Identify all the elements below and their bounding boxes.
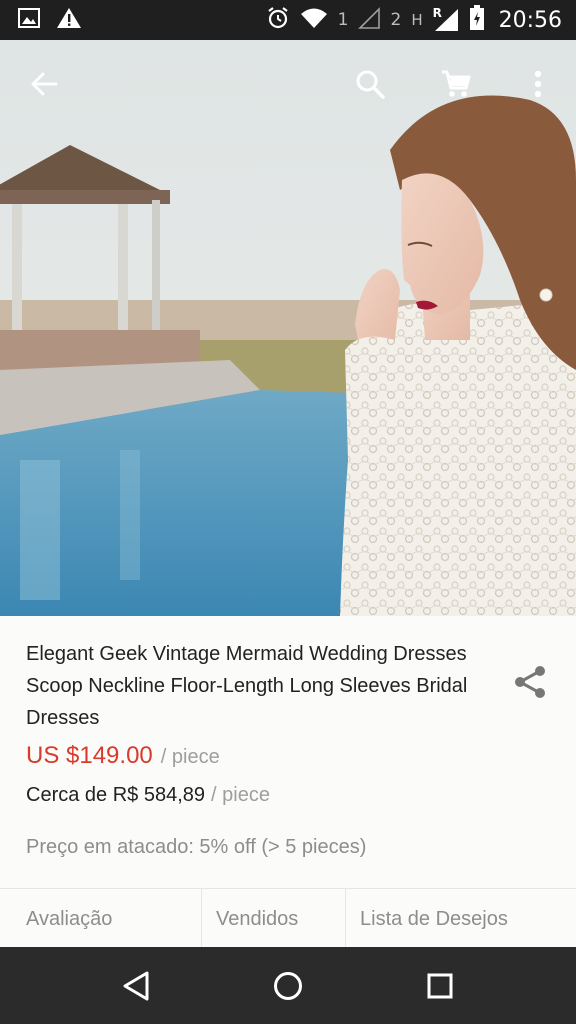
signal-roaming-icon: R: [432, 6, 459, 32]
cart-icon[interactable]: [432, 60, 480, 108]
product-price: US $149.00: [26, 742, 153, 769]
price-row: US $149.00 / piece: [26, 742, 220, 770]
tab-sold[interactable]: Vendidos: [201, 889, 345, 949]
approx-price-row: Cerca de R$ 584,89 / piece: [26, 784, 270, 807]
search-icon[interactable]: [346, 60, 394, 108]
signal-icon: [358, 7, 381, 33]
price-unit: / piece: [160, 746, 220, 768]
battery-icon: [469, 5, 485, 35]
roaming-label: R: [432, 6, 442, 20]
image-toolbar: [0, 40, 576, 130]
back-arrow-icon[interactable]: [20, 60, 68, 108]
product-info: Elegant Geek Vintage Mermaid Wedding Dre…: [0, 616, 576, 888]
recents-square-icon[interactable]: [410, 956, 470, 1016]
approx-price-unit: / piece: [211, 784, 270, 806]
product-tabs: Avaliação Vendidos Lista de Desejos: [0, 888, 576, 949]
status-bar: 1 2 H R 20:56: [0, 0, 576, 40]
share-icon[interactable]: [512, 664, 552, 704]
home-circle-icon[interactable]: [258, 956, 318, 1016]
tab-reviews[interactable]: Avaliação: [0, 889, 201, 949]
approx-price: Cerca de R$ 584,89: [26, 784, 206, 806]
image-icon: [18, 7, 40, 33]
back-triangle-icon[interactable]: [106, 956, 166, 1016]
wifi-icon: [300, 7, 328, 33]
sim2-label: 2: [390, 10, 402, 30]
wholesale-price-note: Preço em atacado: 5% off (> 5 pieces): [26, 836, 367, 858]
sim1-label: 1: [337, 10, 349, 30]
tab-wishlist[interactable]: Lista de Desejos: [345, 889, 576, 949]
network-type-label: H: [411, 11, 423, 29]
warning-icon: [56, 7, 82, 34]
clock: 20:56: [498, 7, 562, 33]
more-vert-icon[interactable]: [514, 60, 562, 108]
alarm-icon: [266, 6, 290, 34]
system-nav-bar: [0, 947, 576, 1024]
product-title: Elegant Geek Vintage Mermaid Wedding Dre…: [26, 643, 468, 729]
